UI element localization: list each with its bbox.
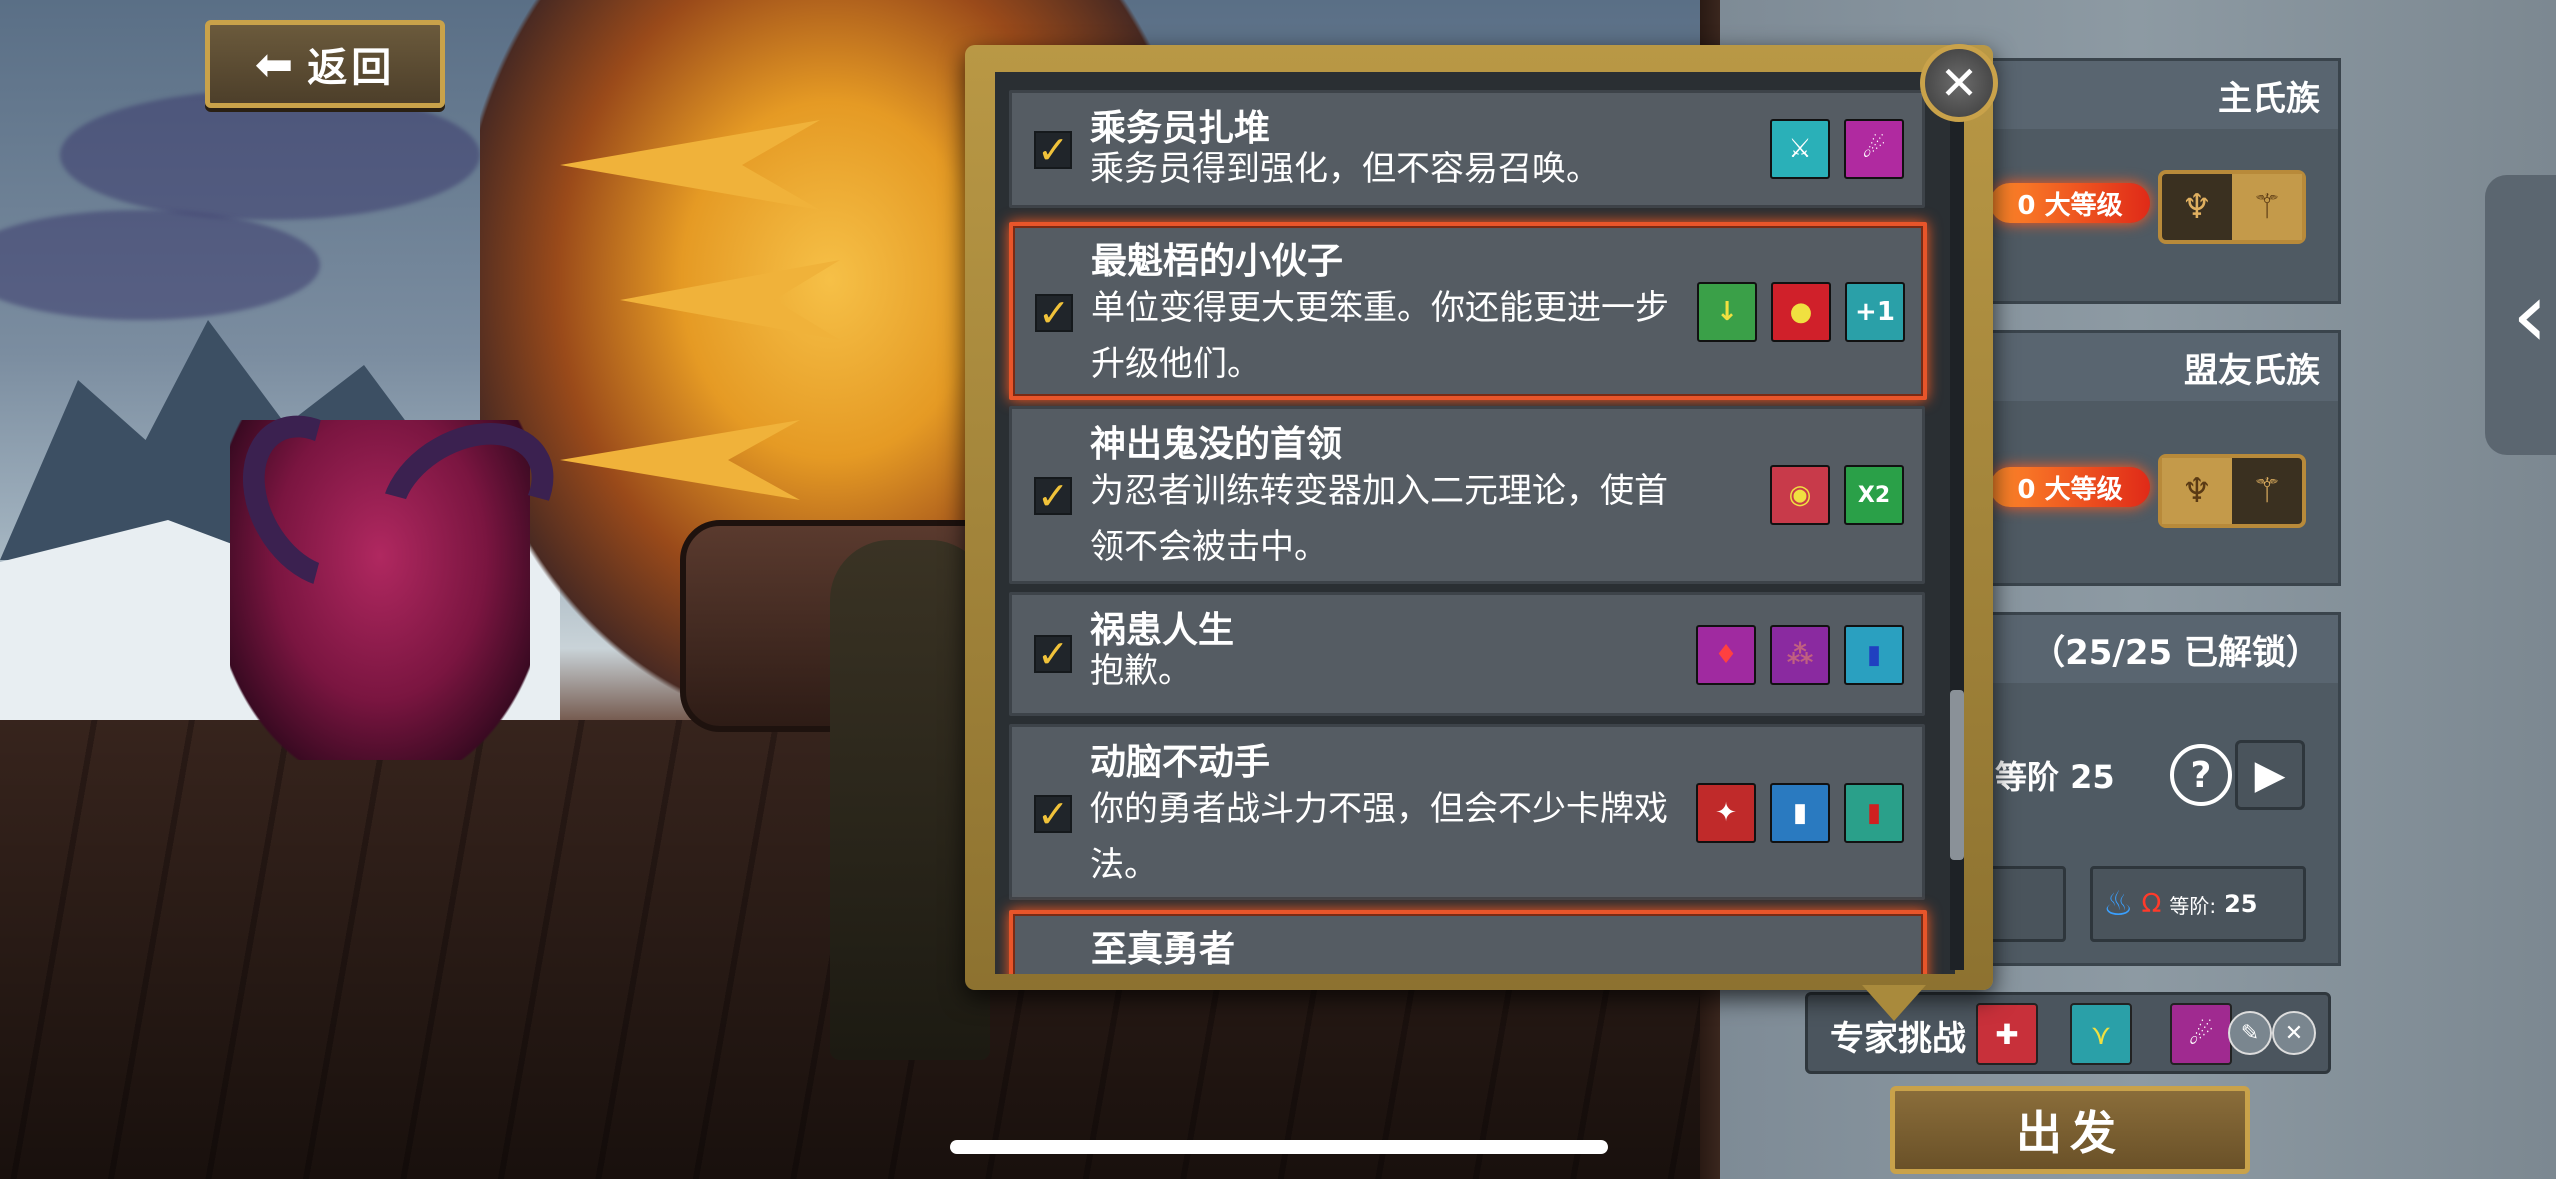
mutator-card[interactable]: ✓ 乘务员扎堆 乘务员得到强化，但不容易召唤。 ⚔ ☄ [1009, 90, 1925, 208]
ally-clan-selector[interactable]: ♆ ⚚ [2158, 454, 2306, 528]
back-arrow-icon: ⬅ [254, 37, 294, 91]
play-arrow-button[interactable]: ▶ [2235, 740, 2305, 810]
stat-box-right: ♨ Ω 等阶: 25 [2090, 866, 2306, 942]
main-clan-level: 0 大等级 [1990, 183, 2150, 223]
mutator-card[interactable]: ✓ 祸患人生 抱歉。 ♦ ⁂ ▮ [1009, 592, 1925, 716]
horseshoe-icon: Ω [2141, 889, 2162, 919]
chevron-left-icon[interactable]: ‹ [2512, 263, 2548, 368]
checkbox-checked[interactable]: ✓ [1034, 632, 1072, 676]
checkbox-checked[interactable]: ✓ [1034, 792, 1072, 836]
mutator-desc: 抱歉。 [1090, 651, 1192, 691]
heavy-unit-icon: ↓ [1697, 282, 1757, 342]
home-indicator[interactable] [950, 1140, 1608, 1154]
mutator-card[interactable]: ✓ 动脑不动手 你的勇者战斗力不强，但会不少卡牌戏法。 ✦ ▮ ▮ [1009, 724, 1925, 900]
scrollbar-thumb[interactable] [1950, 690, 1964, 860]
red-card-icon: ▮ [1844, 783, 1904, 843]
tier-label: 等阶 25 [1995, 758, 2115, 796]
popup-pointer [1862, 985, 1926, 1021]
challenge-chevron-icon[interactable]: ⋎ [2070, 1003, 2132, 1065]
clear-icon[interactable]: ✕ [2272, 1011, 2316, 1055]
flame-icon: ♨ [2103, 884, 2134, 924]
close-popup-button[interactable]: ✕ [1920, 44, 1998, 122]
mutator-desc: 你的勇者战斗力不强，但会不少卡牌戏法。 [1090, 789, 1668, 885]
dragon-crest-icon[interactable]: ♆ [2162, 174, 2232, 240]
axe-crest-icon[interactable]: ⚚ [2232, 174, 2302, 240]
ally-clan-level: 0 大等级 [1990, 467, 2150, 507]
angry-eyes-icon: ◉ [1770, 465, 1830, 525]
close-icon[interactable]: ✕ [1940, 56, 1979, 110]
spores-icon: ⁂ [1770, 625, 1830, 685]
mutator-desc: 单位变得更大更笨重。你还能更进一步升级他们。 [1091, 288, 1669, 384]
unlock-status: （25/25 已解锁） [2031, 632, 2320, 673]
blue-cards-icon: ▮ [1770, 783, 1830, 843]
plus-one-icon: +1 [1845, 282, 1905, 342]
mutator-card-selected[interactable]: 至真勇者 [1009, 910, 1927, 974]
main-clan-selector[interactable]: ♆ ⚚ [2158, 170, 2306, 244]
mutator-title: 至真勇者 [1091, 929, 1236, 970]
mutator-desc: 为忍者训练转变器加入二元理论，使首领不会被击中。 [1090, 471, 1668, 567]
upgrade-plus-icon: ● [1771, 282, 1831, 342]
ally-clan-title: 盟友氏族 [2184, 350, 2320, 391]
depart-button[interactable]: 出发 [1890, 1086, 2250, 1174]
checkbox-checked[interactable]: ✓ [1034, 474, 1072, 518]
weak-hero-icon: ✦ [1696, 783, 1756, 843]
edit-icon[interactable]: ✎ [2228, 1011, 2272, 1055]
side-drawer-tab[interactable]: ‹ [2485, 175, 2556, 455]
main-clan-title: 主氏族 [2218, 78, 2320, 119]
summon-portal-icon: ☄ [1844, 119, 1904, 179]
mutator-card-selected[interactable]: ✓ 最魁梧的小伙子 单位变得更大更笨重。你还能更进一步升级他们。 ↓ ● +1 [1009, 222, 1927, 400]
mutator-title: 神出鬼没的首领 [1090, 424, 1343, 465]
checkbox-checked[interactable]: ✓ [1035, 291, 1073, 335]
dragon-crest-icon[interactable]: ♆ [2162, 458, 2232, 524]
challenge-red-icon[interactable]: ✚ [1976, 1003, 2038, 1065]
x2-icon: X2 [1844, 465, 1904, 525]
back-button[interactable]: ⬅ 返回 [205, 20, 445, 108]
card-deck-icon: ▮ [1844, 625, 1904, 685]
stat-prefix: 等阶: [2169, 893, 2217, 918]
mutator-list[interactable]: ✓ 乘务员扎堆 乘务员得到强化，但不容易召唤。 ⚔ ☄ ✓ 最魁梧的小伙子 单位… [995, 72, 1955, 974]
challenge-purple-icon[interactable]: ☄ [2170, 1003, 2232, 1065]
mutator-card[interactable]: ✓ 神出鬼没的首领 为忍者训练转变器加入二元理论，使首领不会被击中。 ◉ X2 [1009, 406, 1925, 584]
axe-crest-icon[interactable]: ⚚ [2232, 458, 2302, 524]
crew-icon: ⚔ [1770, 119, 1830, 179]
help-icon[interactable]: ? [2170, 744, 2232, 806]
back-label: 返回 [307, 45, 396, 91]
checkbox-checked[interactable]: ✓ [1034, 128, 1072, 172]
stat-value: 25 [2224, 890, 2258, 918]
mutator-title: 最魁梧的小伙子 [1091, 241, 1344, 282]
mutator-title: 动脑不动手 [1090, 742, 1271, 783]
mutator-desc: 乘务员得到强化，但不容易召唤。 [1090, 149, 1600, 189]
blood-drops-icon: ♦ [1696, 625, 1756, 685]
